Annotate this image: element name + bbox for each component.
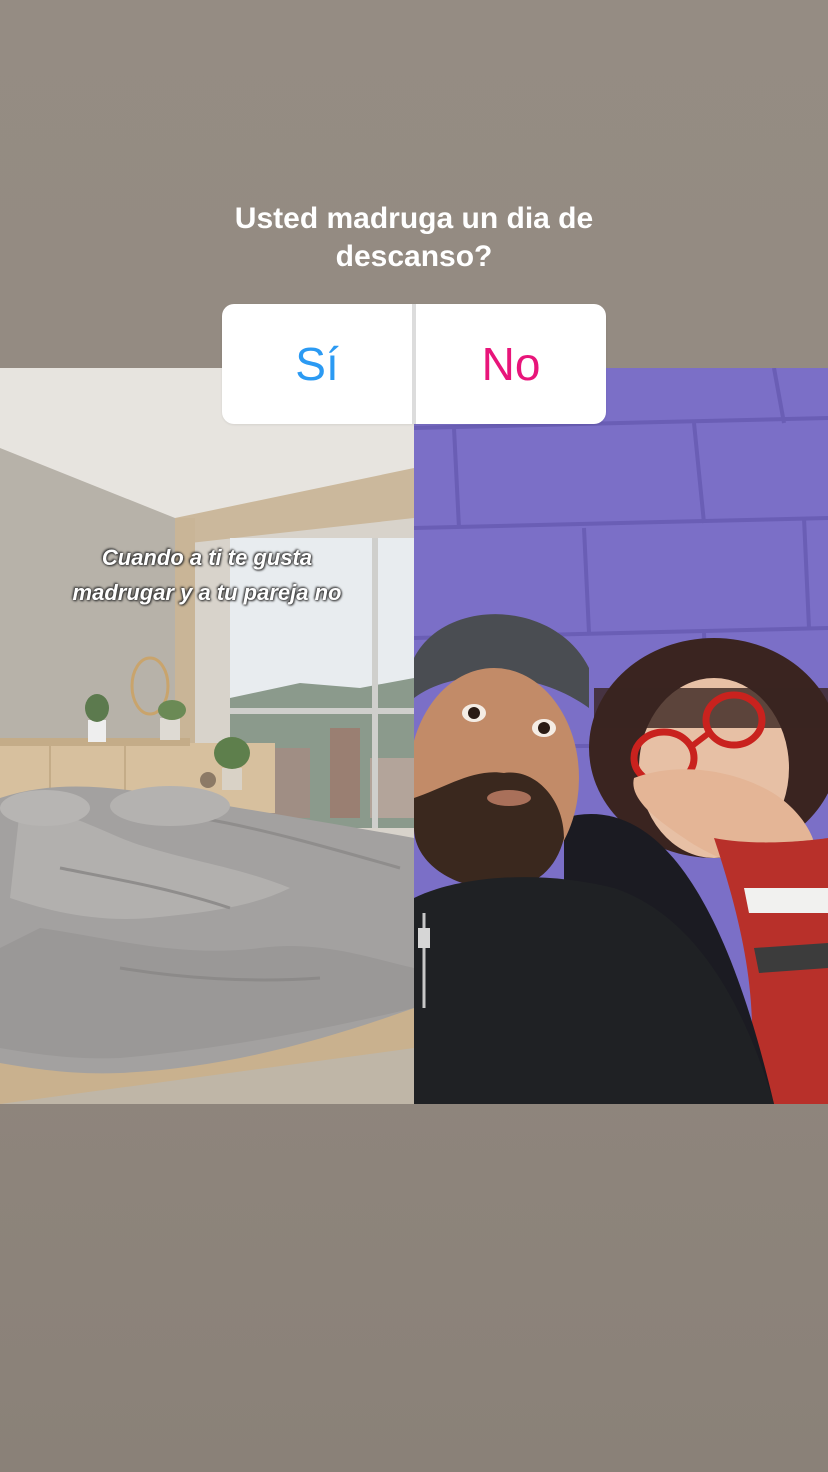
poll-option-no[interactable]: No (416, 304, 606, 424)
poll-sticker: Sí No (222, 304, 606, 424)
poll-option-yes[interactable]: Sí (222, 304, 412, 424)
caption-line-1: Cuando a ti te gusta (101, 545, 313, 570)
poll-option-yes-label: Sí (295, 338, 339, 390)
couple-selfie-photo (414, 368, 828, 1104)
photo-caption: Cuando a ti te gusta madrugar y a tu par… (0, 540, 414, 610)
story-canvas: Usted madruga un dia de descanso? Cuando… (0, 0, 828, 1472)
question-line-2: descanso? (335, 240, 493, 273)
poll-question: Usted madruga un dia de descanso? (0, 200, 828, 276)
bedroom-photo (0, 368, 414, 1104)
bedroom-illustration (0, 368, 414, 1104)
question-line-1: Usted madruga un dia de (234, 202, 594, 235)
caption-line-2: madrugar y a tu pareja no (72, 580, 342, 605)
poll-option-no-label: No (481, 338, 541, 390)
selfie-illustration (414, 368, 828, 1104)
